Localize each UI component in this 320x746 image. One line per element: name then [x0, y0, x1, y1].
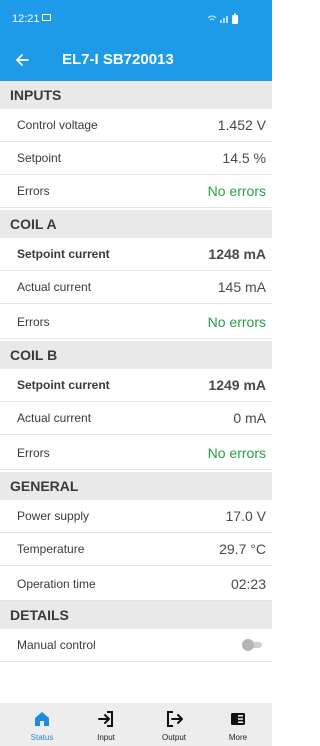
row-label: Actual current	[17, 411, 92, 425]
manual-control-toggle[interactable]	[242, 639, 264, 651]
row-temperature: Temperature 29.7 °C	[0, 533, 272, 566]
row-coil-b-actual-current: Actual current 0 mA	[0, 402, 272, 435]
page-title: EL7-I SB720013	[62, 51, 174, 68]
status-bar: 12:21	[0, 0, 272, 38]
more-icon	[228, 709, 248, 729]
row-coil-a-errors: Errors No errors	[0, 306, 272, 339]
status-indicators	[206, 12, 246, 26]
row-value: No errors	[207, 445, 266, 461]
row-control-voltage: Control voltage 1.452 V	[0, 109, 272, 142]
row-coil-a-actual-current: Actual current 145 mA	[0, 271, 272, 304]
row-coil-b-setpoint-current: Setpoint current 1249 mA	[0, 369, 272, 402]
nav-label: Input	[97, 733, 115, 742]
nav-tab-status[interactable]: Status	[8, 703, 76, 746]
app-bar: EL7-I SB720013	[0, 38, 272, 81]
section-header-details: DETAILS	[0, 601, 272, 629]
row-value: 02:23	[230, 576, 266, 592]
bottom-navigation: Status Input Output More	[0, 703, 272, 746]
nav-label: Status	[30, 733, 54, 742]
row-power-supply: Power supply 17.0 V	[0, 500, 272, 533]
row-label: Setpoint current	[17, 378, 110, 392]
section-header-inputs: INPUTS	[0, 81, 272, 109]
home-icon	[32, 709, 52, 729]
row-label: Power supply	[17, 509, 90, 523]
row-value: 1248 mA	[208, 246, 266, 262]
row-value: 14.5 %	[222, 150, 266, 166]
row-value: 1249 mA	[208, 377, 266, 393]
row-value: 0 mA	[233, 410, 266, 426]
back-arrow-icon[interactable]	[12, 50, 32, 70]
row-input-errors: Errors No errors	[0, 175, 272, 208]
row-label: Errors	[17, 184, 50, 198]
row-value: 29.7 °C	[219, 541, 266, 557]
row-label: Control voltage	[17, 118, 98, 132]
row-setpoint: Setpoint 14.5 %	[0, 142, 272, 175]
row-label: Temperature	[17, 542, 85, 556]
nav-tab-output[interactable]: Output	[140, 703, 208, 746]
row-manual-control: Manual control	[0, 629, 272, 662]
toggle-thumb	[242, 639, 254, 651]
section-header-coil-a: COIL A	[0, 210, 272, 238]
row-label: Actual current	[17, 280, 92, 294]
row-value: No errors	[207, 183, 266, 199]
row-operation-time: Operation time 02:23	[0, 568, 272, 601]
row-label: Errors	[17, 315, 50, 329]
row-value: 145 mA	[217, 279, 266, 295]
image-notification-icon	[42, 14, 51, 21]
row-value: 1.452 V	[217, 117, 266, 133]
section-header-coil-b: COIL B	[0, 341, 272, 369]
section-header-general: GENERAL	[0, 472, 272, 500]
row-coil-b-errors: Errors No errors	[0, 437, 272, 470]
nav-tab-input[interactable]: Input	[72, 703, 140, 746]
row-coil-a-setpoint-current: Setpoint current 1248 mA	[0, 238, 272, 271]
output-icon	[164, 709, 184, 729]
wifi-signal-battery-icon	[207, 13, 238, 24]
nav-label: More	[228, 733, 248, 742]
row-label: Setpoint	[17, 151, 62, 165]
row-label: Errors	[17, 446, 50, 460]
row-value: No errors	[207, 314, 266, 330]
nav-tab-more[interactable]: More	[204, 703, 272, 746]
row-label: Operation time	[17, 577, 96, 591]
input-icon	[96, 709, 116, 729]
nav-label: Output	[161, 733, 186, 742]
status-time: 12:21	[12, 13, 40, 25]
row-label: Setpoint current	[17, 247, 110, 261]
row-value: 17.0 V	[225, 508, 266, 524]
row-label: Manual control	[17, 638, 96, 652]
